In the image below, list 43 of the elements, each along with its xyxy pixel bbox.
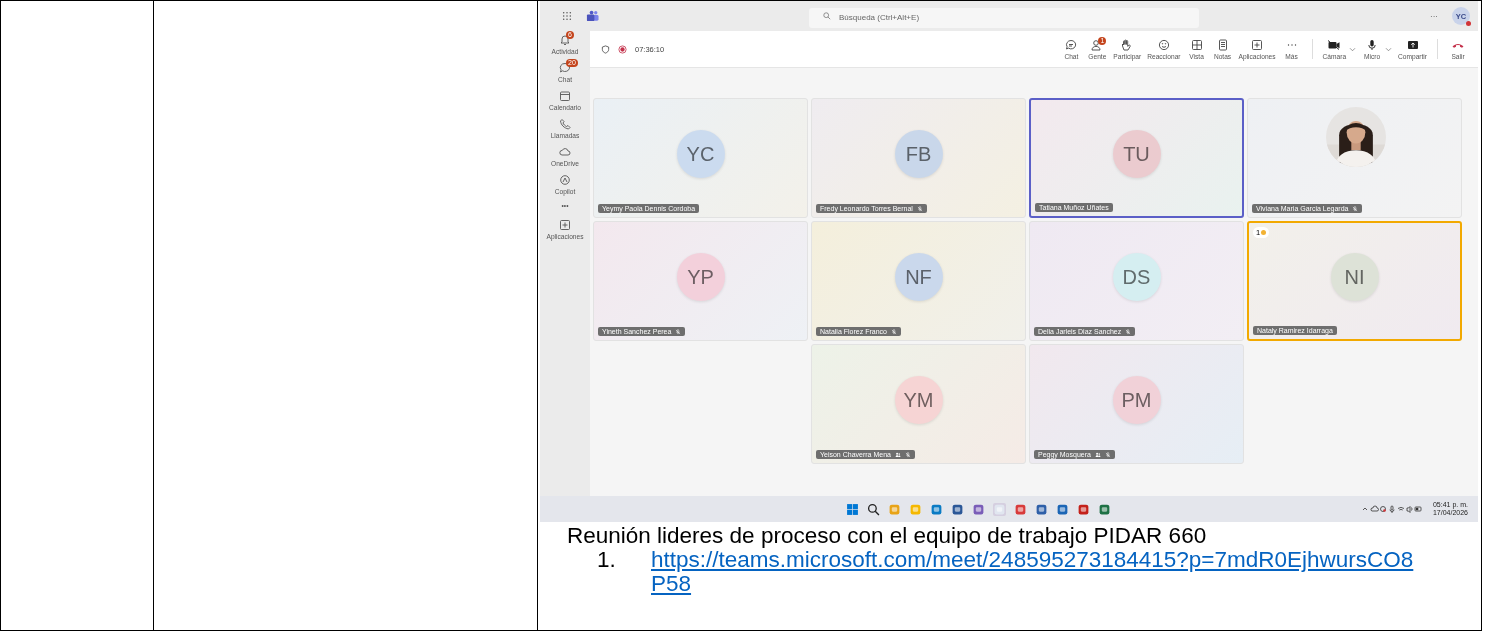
apps-icon — [559, 219, 571, 231]
taskbar-app-icon[interactable] — [1098, 502, 1111, 516]
avatar: DS — [1112, 253, 1161, 301]
plus-icon — [1250, 38, 1265, 51]
chat-icon — [1064, 38, 1079, 51]
caret-icon[interactable] — [1349, 46, 1357, 52]
avatar: YP — [676, 253, 725, 301]
list-number: 1. — [596, 548, 617, 574]
avatar: NF — [894, 253, 943, 301]
search-icon[interactable] — [867, 502, 880, 516]
avatar: PM — [1112, 376, 1161, 424]
smile-icon — [1156, 38, 1171, 51]
share-icon — [1405, 38, 1420, 51]
avatar: FB — [894, 130, 943, 178]
caret-icon[interactable] — [1385, 46, 1393, 52]
search-field[interactable]: Búsqueda (Ctrl+Alt+E) — [809, 7, 1199, 28]
grid-icon — [1189, 38, 1204, 51]
cloud-icon — [559, 146, 571, 158]
taskbar-app-icon[interactable] — [972, 502, 985, 516]
shield-icon — [601, 44, 610, 54]
meeting-link[interactable]: https://teams.microsoft.com/meet/248595273184415?p=7mdR0EjhwursCO8P58 — [651, 548, 1417, 596]
camera-icon — [1327, 38, 1342, 51]
search-icon — [823, 12, 831, 20]
avatar: YC — [676, 130, 725, 178]
bell-icon — [559, 34, 571, 46]
taskbar-app-icon[interactable] — [1056, 502, 1069, 516]
phone-icon — [559, 118, 571, 130]
taskbar-app-icon[interactable] — [1035, 502, 1048, 516]
copilot-icon — [559, 174, 571, 186]
calendar-icon — [559, 90, 571, 102]
taskbar-app-icon[interactable] — [1077, 502, 1090, 516]
recording-icon — [618, 44, 627, 54]
more-button[interactable]: ··· — [1430, 11, 1438, 21]
avatar: TU — [1112, 130, 1161, 178]
app-launcher-icon[interactable] — [562, 11, 572, 21]
taskbar-app-icon[interactable] — [951, 502, 964, 516]
windows-start-icon[interactable] — [846, 502, 859, 516]
caption-text: Reunión lideres de proceso con el equipo de trabajo PIDAR 660 — [567, 524, 1208, 548]
taskbar-app-icon[interactable] — [930, 502, 943, 516]
avatar: NI — [1330, 253, 1379, 301]
avatar: YM — [894, 376, 943, 424]
teams-logo-icon — [586, 10, 599, 22]
taskbar-app-icon[interactable] — [1014, 502, 1027, 516]
